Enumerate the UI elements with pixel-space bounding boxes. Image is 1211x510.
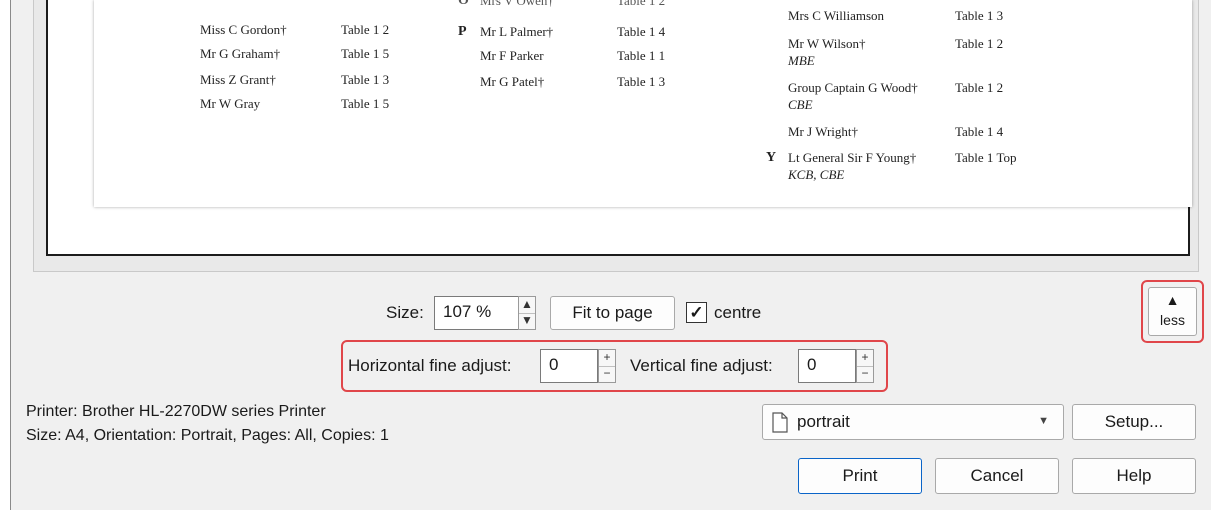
guest-table: Table 1 3: [341, 72, 390, 87]
size-stepper[interactable]: ▲ ▼: [518, 296, 536, 330]
minus-icon[interactable]: −: [857, 366, 873, 382]
preview-panel: Miss C Gordon† Table 1 2 Mr G Graham† Ta…: [33, 0, 1199, 272]
size-input[interactable]: 107 %: [434, 296, 528, 330]
triangle-up-icon: ▲: [1165, 292, 1180, 308]
document-icon: [772, 412, 788, 433]
guest-table: Table 1 3: [955, 8, 1004, 23]
setup-button[interactable]: Setup...: [1072, 404, 1196, 440]
guest-table: Table 1 2: [341, 22, 390, 37]
less-label: less: [1160, 312, 1185, 328]
guest-name: Mr F Parker: [480, 48, 544, 63]
section-letter: P: [458, 24, 467, 39]
horizontal-fine-adjust-input[interactable]: 0: [540, 349, 598, 383]
guest-table: Table 1 1: [617, 48, 666, 63]
guest-table: Table 1 3: [617, 74, 666, 89]
guest-name: Miss C Gordon†: [200, 22, 287, 37]
guest-table: Table 1 5: [341, 46, 390, 61]
guest-name: Mr W Gray: [200, 96, 261, 111]
size-label: Size:: [386, 303, 424, 322]
printer-name: Printer: Brother HL-2270DW series Printe…: [26, 403, 326, 420]
orientation-select[interactable]: portrait ▼: [762, 404, 1064, 440]
fit-to-page-button[interactable]: Fit to page: [550, 296, 675, 330]
section-letter: Y: [766, 150, 777, 165]
guest-name: Mrs V Owen†: [480, 0, 554, 8]
centre-checkbox[interactable]: ✓: [686, 302, 707, 323]
horizontal-fine-adjust-label: Horizontal fine adjust:: [348, 356, 512, 375]
guest-name: Lt General Sir F Young†: [788, 150, 917, 165]
orientation-value: portrait: [797, 412, 850, 431]
guest-table: Table 1 2: [617, 0, 666, 8]
guest-name: Mr W Wilson†: [788, 36, 866, 51]
guest-name: Mr G Patel†: [480, 74, 545, 89]
guest-honours: MBE: [788, 53, 815, 68]
guest-name: Mr J Wright†: [788, 124, 859, 139]
guest-name: Mr G Graham†: [200, 46, 281, 61]
vertical-fine-adjust-input[interactable]: 0: [798, 349, 856, 383]
horizontal-fine-adjust-stepper[interactable]: + −: [598, 349, 616, 383]
guest-table: Table 1 2: [955, 80, 1004, 95]
less-button[interactable]: ▲ less: [1148, 287, 1197, 336]
guest-name: Mrs C Williamson: [788, 8, 885, 23]
centre-label: centre: [714, 303, 762, 322]
page-frame: Miss C Gordon† Table 1 2 Mr G Graham† Ta…: [46, 0, 1192, 256]
guest-honours: KCB, CBE: [788, 167, 845, 182]
chevron-down-icon: ▼: [1038, 415, 1049, 427]
guest-table: Table 1 2: [955, 36, 1004, 51]
decrement-size-icon[interactable]: ▼: [519, 313, 535, 329]
guest-table: Table 1 Top: [955, 150, 1017, 165]
print-preview-dialog: Miss C Gordon† Table 1 2 Mr G Graham† Ta…: [10, 0, 1211, 510]
guest-honours: CBE: [788, 97, 813, 112]
print-button[interactable]: Print: [798, 458, 922, 494]
guest-table: Table 1 4: [617, 24, 666, 39]
increment-size-icon[interactable]: ▲: [519, 297, 535, 314]
section-letter: O: [458, 0, 469, 8]
preview-sheet: Miss C Gordon† Table 1 2 Mr G Graham† Ta…: [94, 0, 1192, 207]
plus-icon[interactable]: +: [599, 350, 615, 367]
help-button[interactable]: Help: [1072, 458, 1196, 494]
plus-icon[interactable]: +: [857, 350, 873, 367]
guest-name: Miss Z Grant†: [200, 72, 276, 87]
cancel-button[interactable]: Cancel: [935, 458, 1059, 494]
vertical-fine-adjust-label: Vertical fine adjust:: [630, 356, 773, 375]
guest-table: Table 1 5: [341, 96, 390, 111]
guest-name: Mr L Palmer†: [480, 24, 554, 39]
guest-table: Table 1 4: [955, 124, 1004, 139]
guest-name: Group Captain G Wood†: [788, 80, 918, 95]
vertical-fine-adjust-stepper[interactable]: + −: [856, 349, 874, 383]
minus-icon[interactable]: −: [599, 366, 615, 382]
print-settings-summary: Size: A4, Orientation: Portrait, Pages: …: [26, 427, 389, 444]
